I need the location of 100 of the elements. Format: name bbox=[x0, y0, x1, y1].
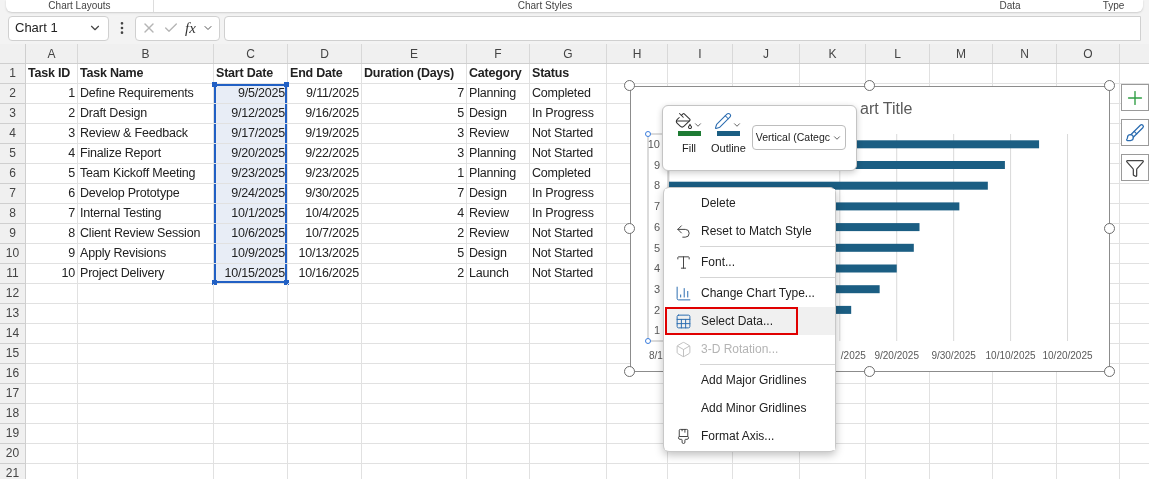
table-cell-text: Not Started bbox=[532, 245, 595, 263]
table-cell-text: 9/17/2025 bbox=[230, 125, 285, 143]
table-cell-text: 10/7/2025 bbox=[304, 225, 359, 243]
column-header[interactable]: I bbox=[668, 44, 733, 63]
row-header[interactable]: 10 bbox=[0, 244, 26, 264]
table-grid-icon bbox=[674, 312, 692, 330]
column-header[interactable]: K bbox=[800, 44, 866, 63]
formula-input[interactable] bbox=[223, 15, 1141, 41]
row-header[interactable]: 15 bbox=[0, 344, 26, 364]
table-cell-text: 4 bbox=[456, 205, 464, 223]
resize-handle[interactable] bbox=[624, 80, 635, 91]
row-header[interactable]: 9 bbox=[0, 224, 26, 244]
table-cell-text: Planning bbox=[469, 165, 518, 183]
chart-elements-button[interactable] bbox=[1121, 84, 1149, 111]
column-header[interactable]: C bbox=[214, 44, 288, 63]
row-header[interactable]: 5 bbox=[0, 144, 26, 164]
grid-cell bbox=[467, 364, 530, 384]
chart-styles-button[interactable] bbox=[1121, 119, 1149, 146]
table-cell-text: Not Started bbox=[532, 225, 595, 243]
column-header[interactable]: M bbox=[930, 44, 993, 63]
row-header[interactable]: 13 bbox=[0, 304, 26, 324]
row-header[interactable]: 18 bbox=[0, 404, 26, 424]
resize-handle[interactable] bbox=[864, 366, 875, 377]
grid-cell bbox=[26, 324, 78, 344]
table-cell-text: 5 bbox=[456, 105, 464, 123]
column-header[interactable]: E bbox=[362, 44, 467, 63]
grid-cell bbox=[800, 64, 866, 84]
table-cell-text: 5 bbox=[456, 245, 464, 263]
element-dropdown[interactable]: Vertical (Categc bbox=[751, 125, 846, 150]
column-header[interactable]: J bbox=[733, 44, 800, 63]
axis-label: 9/30/2025 bbox=[931, 350, 976, 361]
menu-item[interactable]: Format Axis... bbox=[665, 422, 835, 450]
table-cell-text: Completed bbox=[532, 85, 592, 103]
column-header[interactable]: F bbox=[467, 44, 530, 63]
selection-handle[interactable] bbox=[284, 82, 289, 87]
table-cell-text: 1 bbox=[456, 165, 464, 183]
table-cell-text: 4 bbox=[67, 145, 75, 163]
row-header[interactable]: 21 bbox=[0, 464, 26, 479]
row-header[interactable]: 3 bbox=[0, 104, 26, 124]
row-header[interactable]: 2 bbox=[0, 84, 26, 104]
table-cell-text: 2 bbox=[67, 105, 75, 123]
chevron-down-icon bbox=[732, 120, 743, 130]
grid-cell bbox=[993, 424, 1057, 444]
resize-handle[interactable] bbox=[624, 366, 635, 377]
axis-label: 9 bbox=[653, 158, 660, 171]
resize-handle[interactable] bbox=[1104, 223, 1115, 234]
table-cell-text: 9/5/2025 bbox=[236, 85, 285, 103]
table-cell-text: 10/15/2025 bbox=[223, 265, 285, 283]
column-heading: Category bbox=[469, 65, 523, 83]
chart-filters-button[interactable] bbox=[1121, 154, 1149, 181]
table-cell-text: 9/22/2025 bbox=[304, 145, 359, 163]
table-cell-text: Team Kickoff Meeting bbox=[80, 165, 197, 183]
column-header[interactable]: L bbox=[866, 44, 930, 63]
table-cell-text: 9/20/2025 bbox=[230, 145, 285, 163]
row-header[interactable]: 20 bbox=[0, 444, 26, 464]
row-header[interactable]: 4 bbox=[0, 124, 26, 144]
row-header[interactable]: 1 bbox=[0, 64, 26, 84]
resize-handle[interactable] bbox=[864, 80, 875, 91]
table-cell-text: 3 bbox=[67, 125, 75, 143]
row-header[interactable]: 12 bbox=[0, 284, 26, 304]
column-header[interactable]: O bbox=[1057, 44, 1120, 63]
column-header[interactable]: D bbox=[288, 44, 362, 63]
table-cell-text: 9/11/2025 bbox=[305, 85, 359, 103]
row-header[interactable]: 8 bbox=[0, 204, 26, 224]
table-cell-text: 10/6/2025 bbox=[230, 225, 285, 243]
row-header[interactable]: 6 bbox=[0, 164, 26, 184]
selection-handle[interactable] bbox=[212, 82, 217, 87]
table-cell-text: Design bbox=[469, 105, 508, 123]
fill-button[interactable]: Fill bbox=[673, 112, 705, 157]
column-header[interactable]: A bbox=[26, 44, 78, 63]
row-header[interactable]: 11 bbox=[0, 264, 26, 284]
row-header[interactable]: 16 bbox=[0, 364, 26, 384]
grid-cell bbox=[467, 404, 530, 424]
row-header[interactable]: 19 bbox=[0, 424, 26, 444]
column-header[interactable]: H bbox=[607, 44, 668, 63]
selection-handle[interactable] bbox=[284, 280, 289, 285]
resize-handle[interactable] bbox=[624, 223, 635, 234]
table-cell-text: 7 bbox=[456, 185, 464, 203]
column-header[interactable]: N bbox=[993, 44, 1057, 63]
grid-cell bbox=[1057, 444, 1120, 464]
row-header[interactable]: 7 bbox=[0, 184, 26, 204]
selection-handle[interactable] bbox=[212, 280, 217, 285]
table-cell-text: In Progress bbox=[532, 185, 595, 203]
outline-button[interactable]: Outline bbox=[709, 112, 748, 157]
grid-cell bbox=[993, 64, 1057, 84]
menu-item[interactable]: Delete bbox=[665, 189, 835, 217]
grid-cell bbox=[1057, 384, 1120, 404]
column-header[interactable]: G bbox=[530, 44, 607, 63]
column-heading: Start Date bbox=[216, 65, 275, 83]
table-cell-text: Review bbox=[469, 125, 510, 143]
menu-item[interactable]: Select Data... bbox=[665, 307, 835, 335]
row-header[interactable]: 17 bbox=[0, 384, 26, 404]
name-box[interactable]: Chart 1 bbox=[8, 15, 109, 41]
grid-cell bbox=[1057, 424, 1120, 444]
insert-function-button[interactable]: fx bbox=[185, 16, 196, 40]
resize-handle[interactable] bbox=[1104, 80, 1115, 91]
table-cell-text: 3 bbox=[456, 125, 464, 143]
row-header[interactable]: 14 bbox=[0, 324, 26, 344]
column-header[interactable]: B bbox=[78, 44, 214, 63]
resize-handle[interactable] bbox=[1104, 366, 1115, 377]
